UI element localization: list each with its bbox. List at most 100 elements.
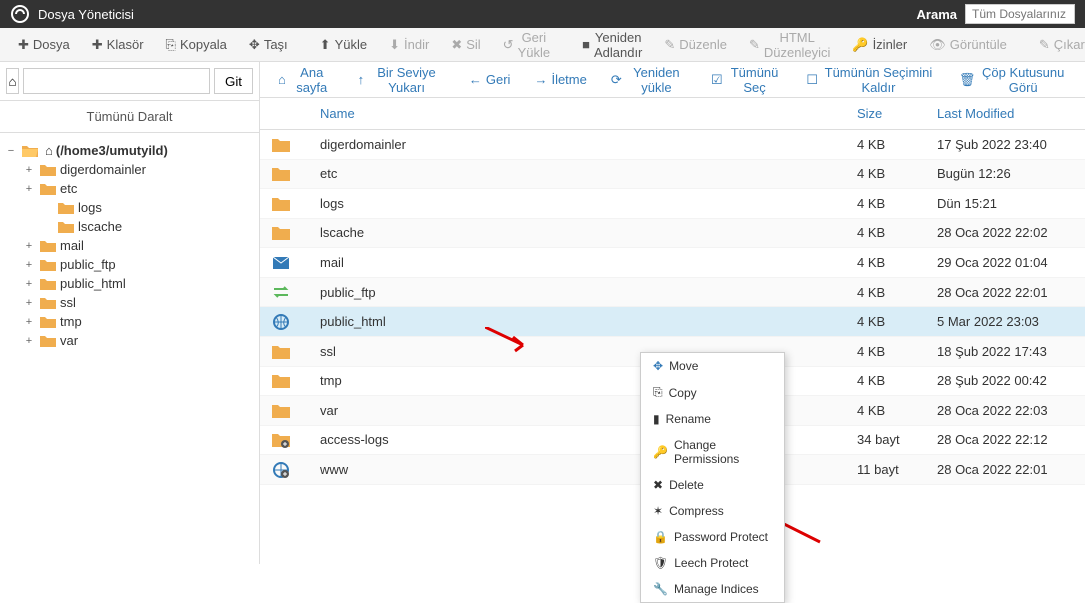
tree-label: public_ftp <box>60 257 116 272</box>
tree-node[interactable]: + public_ftp <box>22 255 255 274</box>
row-name: public_html <box>308 307 845 337</box>
up-action[interactable]: ↑Bir Seviye Yukarı <box>348 59 455 101</box>
table-row[interactable]: lscache4 KB28 Oca 2022 22:02 <box>260 218 1085 248</box>
tree-label: digerdomainler <box>60 162 146 177</box>
row-name: digerdomainler <box>308 130 845 160</box>
html-editor-icon: ✎ <box>749 37 760 53</box>
expand-icon[interactable]: + <box>22 240 36 252</box>
rename-icon: ■ <box>582 37 590 52</box>
home-button[interactable]: ⌂ <box>6 68 19 94</box>
expand-icon[interactable]: + <box>22 183 36 195</box>
collapse-icon[interactable]: − <box>4 145 18 157</box>
folder-open-icon <box>22 144 38 158</box>
row-icon <box>260 307 308 337</box>
copy-button[interactable]: ⎘Kopyala <box>156 31 237 59</box>
row-modified: 17 Şub 2022 23:40 <box>925 130 1085 160</box>
deselect-all-action[interactable]: ☐Tümünün Seçimini Kaldır <box>796 59 944 101</box>
reload-action[interactable]: ⟳Yeniden yükle <box>601 59 697 101</box>
sidebar: ⌂ Git Tümünü Daralt − ⌂ (/home3/umutyild… <box>0 62 260 564</box>
row-size: 4 KB <box>845 277 925 307</box>
expand-icon[interactable]: + <box>22 335 36 347</box>
delete-button[interactable]: ✖Sil <box>441 31 490 59</box>
expand-icon[interactable]: + <box>22 164 36 176</box>
key-icon: 🔑 <box>852 37 868 53</box>
row-size: 4 KB <box>845 130 925 160</box>
col-name[interactable]: Name <box>308 98 845 130</box>
permissions-button[interactable]: 🔑İzinler <box>842 31 917 59</box>
restore-icon: ↺ <box>503 37 514 53</box>
edit-button[interactable]: ✎Düzenle <box>654 31 737 59</box>
key-icon: 🔑 <box>653 445 668 459</box>
row-size: 4 KB <box>845 307 925 337</box>
menu-copy[interactable]: ⎘Copy <box>641 379 784 406</box>
row-icon <box>260 218 308 248</box>
table-row[interactable]: public_html4 KB5 Mar 2022 23:03 <box>260 307 1085 337</box>
table-row[interactable]: logs4 KBDün 15:21 <box>260 189 1085 219</box>
menu-compress[interactable]: ✶Compress <box>641 498 784 524</box>
download-button[interactable]: ⬇İndir <box>379 31 439 59</box>
col-modified[interactable]: Last Modified <box>925 98 1085 130</box>
row-modified: 28 Şub 2022 00:42 <box>925 366 1085 396</box>
table-row[interactable]: etc4 KBBugün 12:26 <box>260 159 1085 189</box>
view-button[interactable]: 👁Görüntüle <box>919 31 1017 59</box>
search-input[interactable] <box>965 4 1075 24</box>
tree-node[interactable]: +mail <box>22 236 255 255</box>
tree-node[interactable]: logs <box>40 198 255 217</box>
row-size: 4 KB <box>845 248 925 278</box>
menu-leech[interactable]: 🛡Leech Protect <box>641 550 784 576</box>
tree-node[interactable]: + ssl <box>22 293 255 312</box>
folder-button[interactable]: ✚Klasör <box>82 31 154 59</box>
menu-rename[interactable]: ▮Rename <box>641 406 784 432</box>
tree-node[interactable]: +public_html <box>22 274 255 293</box>
row-icon <box>260 366 308 396</box>
row-icon <box>260 130 308 160</box>
go-button[interactable]: Git <box>214 68 253 94</box>
row-icon <box>260 396 308 426</box>
tree-node[interactable]: +var <box>22 331 255 350</box>
extract-button[interactable]: ✎Çıkar <box>1029 31 1085 59</box>
tree-node[interactable]: + digerdomainler <box>22 160 255 179</box>
row-modified: 18 Şub 2022 17:43 <box>925 336 1085 366</box>
folder-icon <box>40 296 56 310</box>
tree-label: ssl <box>60 295 76 310</box>
path-input[interactable] <box>23 68 210 94</box>
expand-icon[interactable]: + <box>22 316 36 328</box>
menu-delete[interactable]: ✖Delete <box>641 472 784 498</box>
folder-icon <box>58 201 74 215</box>
upload-button[interactable]: ⬆Yükle <box>310 31 377 59</box>
move-button[interactable]: ✥Taşı <box>239 31 298 59</box>
table-row[interactable]: mail4 KB29 Oca 2022 01:04 <box>260 248 1085 278</box>
restore-button[interactable]: ↺Geri Yükle <box>493 24 560 66</box>
tree-node[interactable]: +tmp <box>22 312 255 331</box>
wrench-icon: 🔧 <box>653 582 668 596</box>
col-size[interactable]: Size <box>845 98 925 130</box>
collapse-all-button[interactable]: Tümünü Daralt <box>0 101 259 133</box>
file-button[interactable]: ✚Dosya <box>8 31 80 59</box>
home-action[interactable]: ⌂Ana sayfa <box>268 59 344 101</box>
expand-icon[interactable]: + <box>22 297 36 309</box>
select-all-action[interactable]: ☑Tümünü Seç <box>701 59 792 101</box>
home-icon: ⌂ <box>278 72 286 87</box>
tree-root[interactable]: − ⌂ (/home3/umutyild) <box>4 141 255 160</box>
row-icon <box>260 425 308 455</box>
delete-icon: ✖ <box>451 37 462 53</box>
expand-icon[interactable]: + <box>22 278 36 290</box>
expand-icon[interactable]: + <box>22 259 36 271</box>
row-icon <box>260 189 308 219</box>
back-action[interactable]: ←Geri <box>459 66 521 93</box>
folder-icon <box>58 220 74 234</box>
row-icon <box>260 277 308 307</box>
menu-password[interactable]: 🔒Password Protect <box>641 524 784 550</box>
tree-node[interactable]: +etc <box>22 179 255 198</box>
menu-manage-indices[interactable]: 🔧Manage Indices <box>641 576 784 602</box>
forward-action[interactable]: →İletme <box>524 66 596 93</box>
menu-permissions[interactable]: 🔑Change Permissions <box>641 432 784 472</box>
row-modified: 28 Oca 2022 22:01 <box>925 455 1085 485</box>
edit-icon: ✎ <box>664 37 675 53</box>
tree-node[interactable]: lscache <box>40 217 255 236</box>
row-icon <box>260 455 308 485</box>
menu-move[interactable]: ✥Move <box>641 353 784 379</box>
table-row[interactable]: public_ftp4 KB28 Oca 2022 22:01 <box>260 277 1085 307</box>
trash-action[interactable]: 🗑Çöp Kutusunu Görü <box>949 59 1077 101</box>
table-row[interactable]: digerdomainler4 KB17 Şub 2022 23:40 <box>260 130 1085 160</box>
